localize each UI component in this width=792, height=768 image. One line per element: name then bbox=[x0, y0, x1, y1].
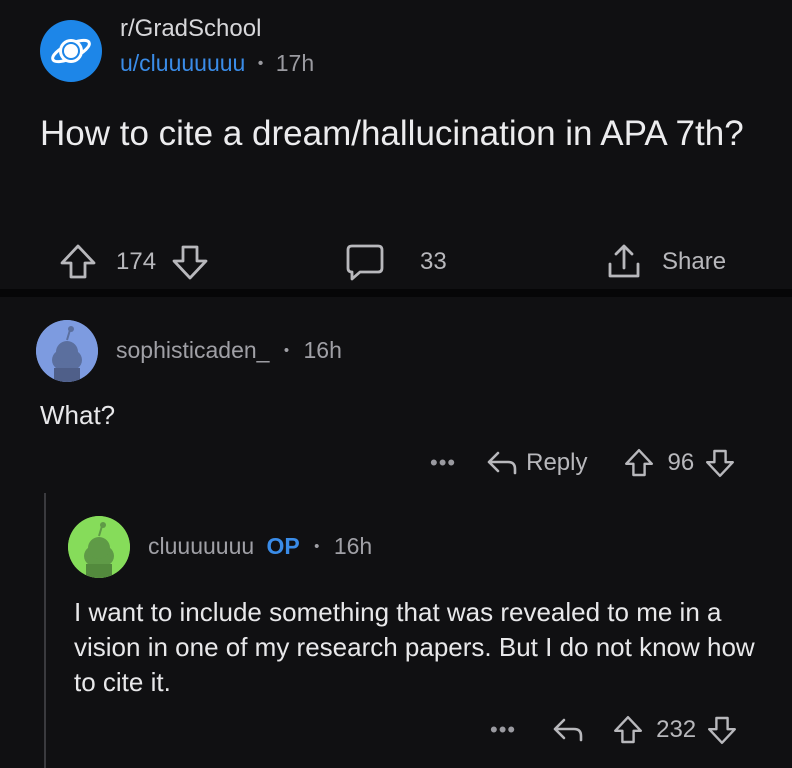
comment-count: 33 bbox=[420, 248, 447, 275]
vote-group: 174 bbox=[58, 242, 210, 282]
comment-actions: ••• 232 bbox=[490, 712, 738, 748]
comment-author[interactable]: cluuuuuuu bbox=[148, 533, 254, 559]
arrow-up-icon bbox=[614, 716, 643, 744]
post-actions-bar: 174 33 Share bbox=[0, 232, 792, 290]
comment-bubble-icon bbox=[346, 244, 384, 281]
downvote-button[interactable] bbox=[706, 714, 738, 746]
more-options-button[interactable]: ••• bbox=[490, 717, 516, 743]
comment-score: 232 bbox=[656, 716, 697, 743]
reply-arrow-icon bbox=[487, 451, 517, 475]
planet-icon bbox=[51, 38, 91, 64]
comment-age: 16h bbox=[303, 337, 342, 363]
arrow-up-icon bbox=[60, 244, 96, 279]
thread-line[interactable] bbox=[44, 493, 46, 768]
op-badge: OP bbox=[266, 533, 300, 559]
arrow-down-icon bbox=[706, 449, 735, 477]
arrow-down-icon bbox=[708, 716, 737, 744]
meta-separator: • bbox=[283, 342, 290, 359]
comment-body: What? bbox=[40, 400, 116, 430]
reply-button[interactable] bbox=[552, 716, 584, 744]
subreddit-icon[interactable] bbox=[40, 20, 102, 82]
arrow-up-icon bbox=[625, 449, 654, 477]
comment-author-line: cluuuuuuu OP • 16h bbox=[148, 533, 372, 560]
commenter-avatar[interactable] bbox=[36, 320, 98, 382]
arrow-down-icon bbox=[172, 245, 208, 280]
reply-button[interactable]: Reply bbox=[486, 449, 587, 477]
comment-score: 96 bbox=[667, 449, 695, 476]
comment-age: 16h bbox=[333, 533, 373, 559]
downvote-button[interactable] bbox=[170, 242, 210, 282]
share-button[interactable]: Share bbox=[604, 242, 726, 282]
upvote-button[interactable] bbox=[58, 242, 98, 282]
comment-body: I want to include something that was rev… bbox=[74, 597, 755, 697]
reply-arrow-icon bbox=[553, 718, 583, 742]
share-icon bbox=[608, 244, 640, 278]
snoo-avatar-icon bbox=[68, 516, 130, 578]
subreddit-name[interactable]: r/GradSchool bbox=[120, 15, 261, 43]
meta-separator: • bbox=[314, 538, 320, 555]
upvote-button[interactable] bbox=[612, 714, 644, 746]
post-score: 174 bbox=[116, 248, 157, 275]
upvote-button[interactable] bbox=[623, 447, 655, 479]
comment-actions: ••• Reply 96 bbox=[430, 445, 736, 481]
comment-author[interactable]: sophisticaden_ bbox=[116, 337, 269, 363]
post-age: 17h bbox=[275, 50, 315, 76]
comments-button[interactable]: 33 bbox=[344, 242, 447, 282]
section-divider bbox=[0, 289, 792, 297]
reply-label: Reply bbox=[526, 449, 588, 476]
post-author[interactable]: u/cluuuuuuu bbox=[120, 50, 245, 76]
commenter-avatar[interactable] bbox=[68, 516, 130, 578]
post-meta: u/cluuuuuuu • 17h bbox=[120, 50, 314, 77]
post-title[interactable]: How to cite a dream/hallucination in APA… bbox=[40, 112, 770, 156]
share-label: Share bbox=[662, 248, 727, 275]
downvote-button[interactable] bbox=[704, 447, 736, 479]
snoo-avatar-icon bbox=[36, 320, 98, 382]
comment-author-line: sophisticaden_ • 16h bbox=[116, 337, 342, 364]
more-options-button[interactable]: ••• bbox=[430, 450, 456, 476]
meta-separator: • bbox=[257, 55, 264, 72]
